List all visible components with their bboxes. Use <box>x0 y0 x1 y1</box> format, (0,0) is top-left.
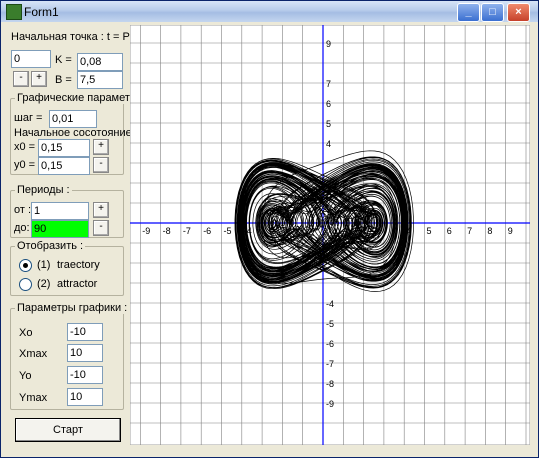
x-tick-label: 4 <box>406 226 411 236</box>
y-tick-label: -9 <box>326 399 334 409</box>
y-tick-label: -7 <box>326 359 334 369</box>
ymax-input[interactable]: 10 <box>67 388 103 406</box>
attractor-plot: -9 -8 -7 -6 -5 -4 4 5 6 7 8 9 9 7 6 5 4 -4 -5 -6 -7 -8 -9 <box>130 25 530 445</box>
y-tick-label: -4 <box>326 299 334 309</box>
display-title: Отобразить : <box>15 240 86 252</box>
title-bar[interactable]: Form1 _ □ × <box>1 1 538 22</box>
periods-title: Периоды : <box>15 184 72 196</box>
graph-params-title: Графические параметры <box>15 92 146 104</box>
x-tick-label: 6 <box>447 226 452 236</box>
x-tick-label: -7 <box>183 226 191 236</box>
traectory-number: (1) <box>37 259 51 271</box>
x-tick-label: -4 <box>244 226 252 236</box>
y-tick-label: 7 <box>326 79 331 89</box>
step-label: шаг = <box>14 112 43 124</box>
x-tick-label: -6 <box>203 226 211 236</box>
start-point-minus-button[interactable]: - <box>13 71 29 87</box>
x-tick-label: 9 <box>508 226 513 236</box>
yo-input[interactable]: -10 <box>67 366 103 384</box>
x-tick-label: -8 <box>163 226 171 236</box>
to-input[interactable]: 90 <box>31 220 89 238</box>
start-point-input[interactable]: 0 <box>11 50 51 68</box>
x-tick-label: -9 <box>142 226 150 236</box>
to-label: до: <box>14 222 30 234</box>
start-point-label: Начальная точка : t = Pi/6* <box>11 31 146 43</box>
x-tick-label: 8 <box>487 226 492 236</box>
display-group: Отобразить : (1) traectory (2) attractor <box>10 240 124 296</box>
maximize-button[interactable]: □ <box>481 3 504 22</box>
y-tick-label: 6 <box>326 99 331 109</box>
periods-group: Периоды : от : 1 + до: 90 - <box>10 184 124 238</box>
xmax-label: Xmax <box>19 348 48 360</box>
b-label: B = <box>55 74 72 86</box>
start-button[interactable]: Старт <box>15 418 121 442</box>
period-plus-button[interactable]: + <box>93 202 109 218</box>
traectory-label[interactable]: traectory <box>57 259 100 271</box>
minimize-button[interactable]: _ <box>457 3 480 22</box>
x-tick-label: 7 <box>467 226 472 236</box>
x0-input[interactable]: 0,15 <box>38 139 90 157</box>
k-label: K = <box>55 54 72 66</box>
yo-label: Yo <box>19 370 32 382</box>
close-button[interactable]: × <box>507 3 530 22</box>
y-tick-label: -8 <box>326 379 334 389</box>
y0-input[interactable]: 0,15 <box>38 157 90 175</box>
plot-params-group: Параметры графики : Xo -10 Xmax 10 Yo -1… <box>10 302 130 410</box>
initial-state-label: Начальное сосотояние : <box>14 127 138 139</box>
y-tick-label: 4 <box>326 139 331 149</box>
attractor-label[interactable]: attractor <box>57 278 97 290</box>
y-tick-label: 9 <box>326 39 331 49</box>
attractor-radio[interactable] <box>19 278 32 291</box>
ymax-label: Ymax <box>19 392 48 404</box>
plot-params-title: Параметры графики : <box>15 302 130 314</box>
window-title: Form1 <box>24 5 59 19</box>
app-icon <box>6 4 22 20</box>
graph-params-group: Графические параметры шаг = 0,01 Начальн… <box>10 92 146 175</box>
xmax-input[interactable]: 10 <box>67 344 103 362</box>
x0-plus-button[interactable]: + <box>93 139 109 155</box>
b-input[interactable]: 7,5 <box>77 71 123 89</box>
from-input[interactable]: 1 <box>31 202 89 220</box>
step-input[interactable]: 0,01 <box>49 110 97 128</box>
x0-label: x0 = <box>14 141 36 153</box>
y-tick-label: 5 <box>326 119 331 129</box>
traectory-radio[interactable] <box>19 259 32 272</box>
from-label: от : <box>14 204 32 216</box>
xo-label: Xo <box>19 327 33 339</box>
period-minus-button[interactable]: - <box>93 220 109 236</box>
start-point-plus-button[interactable]: + <box>31 71 47 87</box>
y0-minus-button[interactable]: - <box>93 157 109 173</box>
x-tick-label: 5 <box>427 226 432 236</box>
app-window: Form1 _ □ × Начальная точка : t = Pi/6* … <box>0 0 539 458</box>
y-tick-label: -6 <box>326 339 334 349</box>
y-tick-label: -5 <box>326 319 334 329</box>
attractor-number: (2) <box>37 278 51 290</box>
y0-label: y0 = <box>14 159 36 171</box>
k-input[interactable]: 0,08 <box>77 53 123 71</box>
xo-input[interactable]: -10 <box>67 323 103 341</box>
x-tick-label: -5 <box>224 226 232 236</box>
